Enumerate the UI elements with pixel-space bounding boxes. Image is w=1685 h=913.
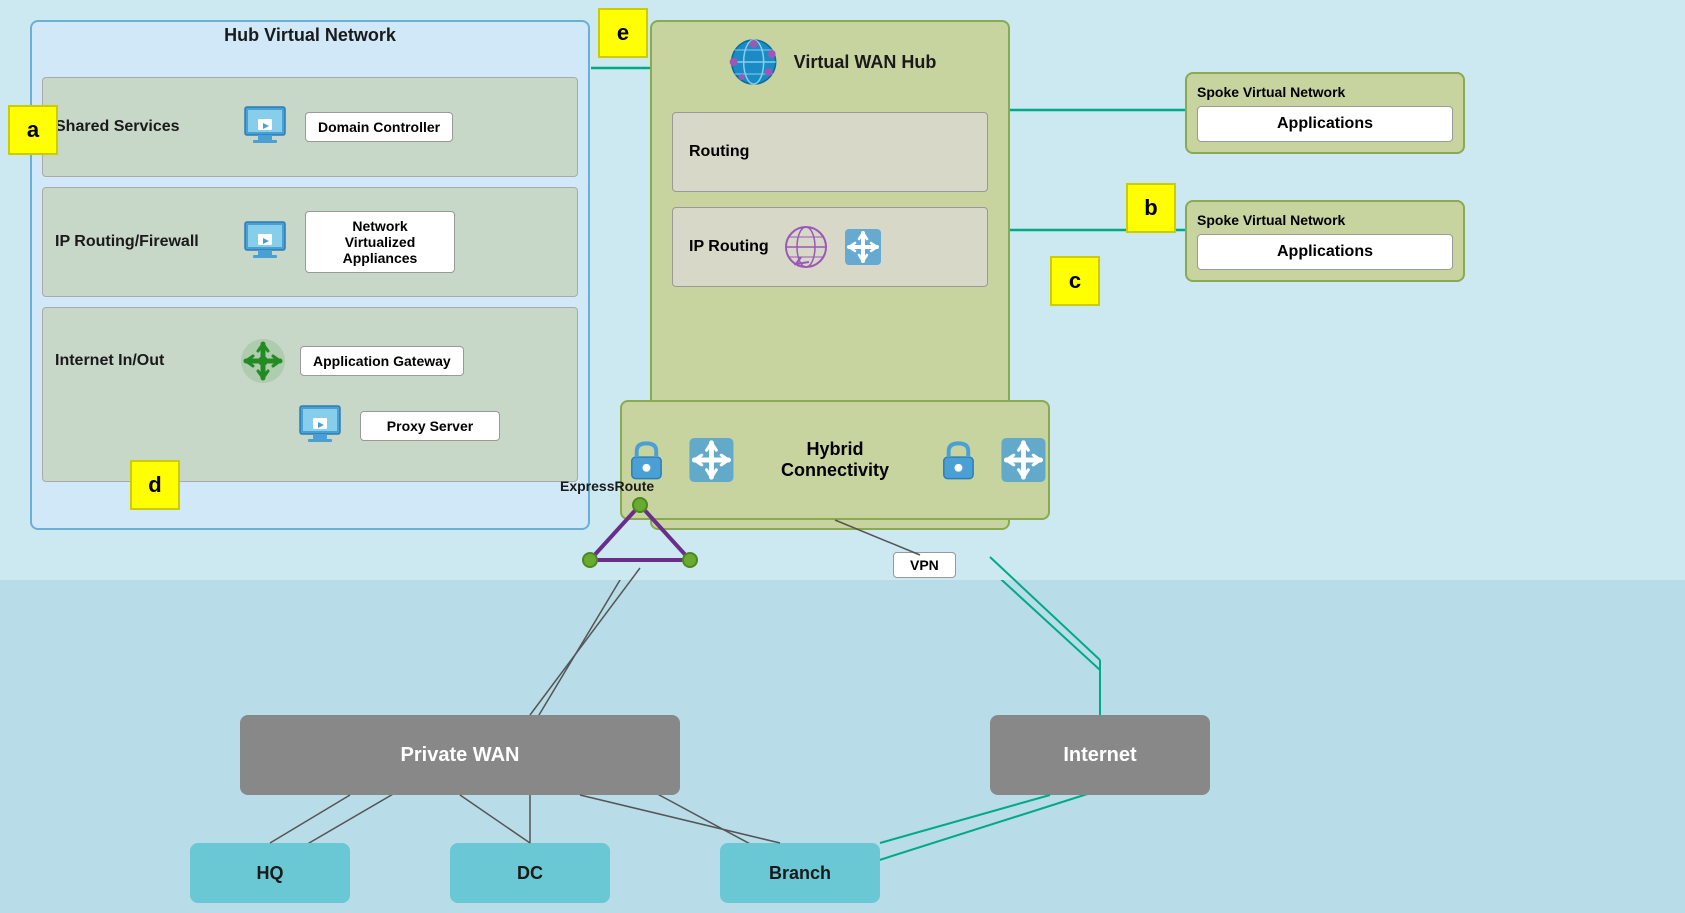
routing-label: Routing [689, 143, 749, 161]
label-d: d [130, 460, 180, 510]
globe-icon [724, 32, 784, 92]
shared-services-label: Shared Services [55, 118, 235, 136]
shared-services-row: Shared Services Domain Controller [42, 77, 578, 177]
internet-inout-label: Internet In/Out [55, 352, 235, 370]
spoke-vnet-2-app: Applications [1197, 234, 1453, 270]
label-e: e [598, 8, 648, 58]
branch-node: Branch [720, 843, 880, 903]
vwan-title-area: Virtual WAN Hub [724, 32, 937, 92]
internet-inout-row: Internet In/Out Application Gateway [42, 307, 578, 482]
spoke-vnet-1-app: Applications [1197, 106, 1453, 142]
label-a: a [8, 105, 58, 155]
spoke-vnet-2: Spoke Virtual Network Applications [1185, 200, 1465, 282]
hub-vnet-title: Hub Virtual Network [216, 21, 404, 50]
label-b: b [1126, 183, 1176, 233]
spoke-vnet-1: Spoke Virtual Network Applications [1185, 72, 1465, 154]
hub-vnet-container: Hub Virtual Network Shared Services Doma… [30, 20, 590, 530]
ip-routing-icon [781, 222, 831, 272]
internet-box: Internet [990, 715, 1210, 795]
label-c: c [1050, 256, 1100, 306]
hybrid-label: Hybrid Connectivity [752, 439, 918, 481]
app-gateway-icon [235, 333, 290, 388]
spoke-vnet-1-title: Spoke Virtual Network [1197, 84, 1453, 100]
hybrid-arrow-right-icon [999, 435, 1048, 485]
firewall-monitor-icon [235, 212, 295, 272]
spoke-vnet-2-title: Spoke Virtual Network [1197, 212, 1453, 228]
app-gateway-box: Application Gateway [300, 346, 464, 376]
private-wan-box: Private WAN [240, 715, 680, 795]
hq-node: HQ [190, 843, 350, 903]
ip-routing-firewall-row: IP Routing/Firewall Network Virtualized … [42, 187, 578, 297]
ip-routing-arrow-icon [843, 227, 883, 267]
expressroute-label: ExpressRoute [560, 478, 654, 494]
vwan-hub-title: Virtual WAN Hub [794, 52, 937, 73]
vpn-box: VPN [893, 552, 956, 578]
hybrid-lock-right-icon [934, 435, 983, 485]
routing-box: Routing [672, 112, 988, 192]
dc-node: DC [450, 843, 610, 903]
ip-routing-vwan-box: IP Routing [672, 207, 988, 287]
domain-controller-box: Domain Controller [305, 112, 453, 142]
ip-routing-firewall-label: IP Routing/Firewall [55, 233, 235, 251]
expressroute-triangle [580, 495, 700, 575]
network-virtualized-box: Network Virtualized Appliances [305, 211, 455, 273]
ip-routing-vwan-label: IP Routing [689, 238, 769, 256]
proxy-server-box: Proxy Server [360, 411, 500, 441]
hybrid-arrow-icon [687, 435, 736, 485]
shared-services-monitor-icon [235, 97, 295, 157]
proxy-monitor-icon [290, 396, 350, 456]
